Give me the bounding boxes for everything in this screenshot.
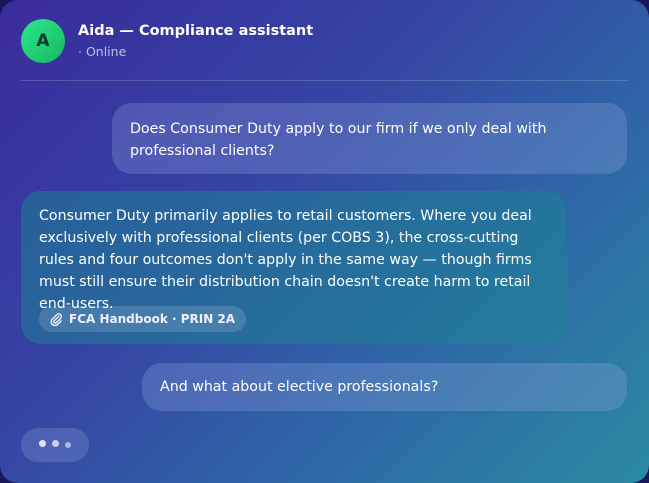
chat-panel: A Aida — Compliance assistant · Online D… (0, 0, 649, 483)
typing-dot (65, 442, 71, 448)
avatar-initial: A (36, 31, 50, 51)
user-message: And what about elective professionals? (142, 363, 627, 411)
citation-chip[interactable]: FCA Handbook · PRIN 2A (39, 306, 247, 332)
citation-label: FCA Handbook · PRIN 2A (69, 312, 236, 326)
typing-indicator (21, 428, 89, 462)
avatar: A (21, 19, 65, 63)
typing-dot (39, 440, 46, 447)
user-message: Does Consumer Duty apply to our firm if … (112, 103, 627, 174)
paperclip-icon (50, 313, 63, 326)
chat-header: A Aida — Compliance assistant · Online (0, 0, 649, 81)
message-text: And what about elective professionals? (160, 379, 439, 395)
assistant-message: Consumer Duty primarily applies to retai… (21, 191, 566, 344)
header-divider (21, 80, 627, 81)
typing-dot (52, 440, 59, 447)
message-text: Does Consumer Duty apply to our firm if … (130, 121, 547, 159)
message-text: Consumer Duty primarily applies to retai… (39, 208, 532, 312)
assistant-name: Aida — Compliance assistant (78, 23, 314, 39)
online-status: · Online (78, 44, 127, 59)
